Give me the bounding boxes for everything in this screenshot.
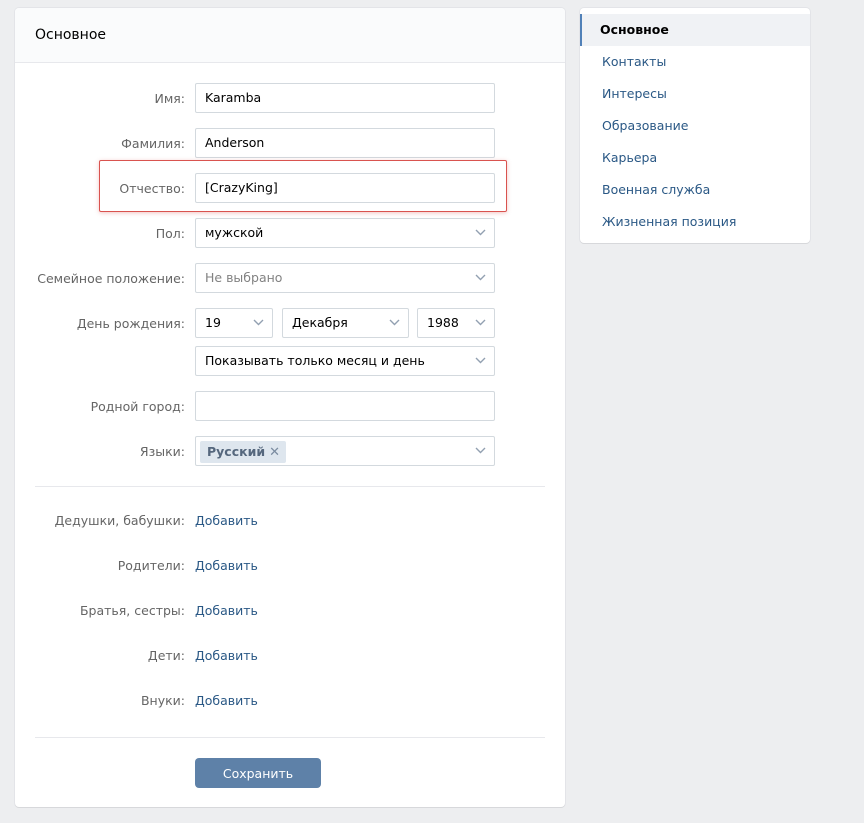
- menu-item-main[interactable]: Основное: [580, 14, 810, 46]
- birthday-row: День рождения: 19 Декабря 1988: [15, 308, 565, 338]
- chevron-down-icon: [389, 319, 400, 327]
- close-icon[interactable]: ✕: [269, 445, 280, 460]
- side-menu: Основное Контакты Интересы Образование К…: [580, 8, 810, 243]
- chevron-down-icon: [475, 274, 486, 282]
- menu-item-interests[interactable]: Интересы: [580, 78, 810, 110]
- panel-header: Основное: [15, 8, 565, 63]
- birth-day-select[interactable]: 19: [195, 308, 273, 338]
- first-name-label: Имя:: [154, 91, 185, 106]
- relatives-grandparents-row: Дедушки, бабушки: Добавить: [15, 511, 565, 531]
- main-panel: Основное Имя: Karamba Фамилия: Anderson …: [15, 8, 565, 807]
- birth-month-value: Декабря: [292, 315, 348, 330]
- languages-label: Языки:: [139, 444, 185, 459]
- birthday-visibility-row: Показывать только месяц и день: [15, 346, 565, 376]
- birth-year-value: 1988: [427, 315, 459, 330]
- chevron-down-icon: [475, 357, 486, 365]
- add-parents-link[interactable]: Добавить: [195, 558, 258, 573]
- birthday-label: День рождения:: [76, 316, 185, 331]
- menu-item-life-position[interactable]: Жизненная позиция: [580, 206, 810, 238]
- birthday-visibility-select[interactable]: Показывать только месяц и день: [195, 346, 495, 376]
- first-name-row: Имя: Karamba: [15, 83, 565, 113]
- patronymic-label: Отчество:: [119, 181, 185, 196]
- gender-select-value: мужской: [205, 225, 264, 240]
- patronymic-row: Отчество: [CrazyKing]: [15, 173, 565, 203]
- add-grandchildren-link[interactable]: Добавить: [195, 693, 258, 708]
- add-siblings-link[interactable]: Добавить: [195, 603, 258, 618]
- last-name-input[interactable]: Anderson: [195, 128, 495, 158]
- menu-item-contacts[interactable]: Контакты: [580, 46, 810, 78]
- menu-item-military[interactable]: Военная служба: [580, 174, 810, 206]
- patronymic-input[interactable]: [CrazyKing]: [195, 173, 495, 203]
- chevron-down-icon: [475, 229, 486, 237]
- marital-select-value: Не выбрано: [205, 270, 283, 285]
- last-name-row: Фамилия: Anderson: [15, 128, 565, 158]
- panel-title: Основное: [35, 27, 107, 43]
- menu-item-education[interactable]: Образование: [580, 110, 810, 142]
- save-button[interactable]: Сохранить: [195, 758, 321, 788]
- relatives-grandchildren-row: Внуки: Добавить: [15, 691, 565, 711]
- chevron-down-icon: [253, 319, 264, 327]
- last-name-label: Фамилия:: [121, 136, 185, 151]
- relatives-children-row: Дети: Добавить: [15, 646, 565, 666]
- add-grandparents-link[interactable]: Добавить: [195, 513, 258, 528]
- chevron-down-icon: [475, 447, 486, 455]
- menu-item-career[interactable]: Карьера: [580, 142, 810, 174]
- relatives-siblings-row: Братья, сестры: Добавить: [15, 601, 565, 621]
- birthday-visibility-value: Показывать только месяц и день: [205, 353, 425, 368]
- languages-select[interactable]: Русский ✕: [195, 436, 495, 466]
- relatives-parents-row: Родители: Добавить: [15, 556, 565, 576]
- relatives-label: Дедушки, бабушки:: [54, 513, 185, 528]
- relatives-label: Дети:: [147, 648, 185, 663]
- language-tag: Русский ✕: [200, 441, 287, 463]
- relatives-label: Внуки:: [140, 693, 185, 708]
- marital-select[interactable]: Не выбрано: [195, 263, 495, 293]
- relatives-label: Братья, сестры:: [79, 603, 185, 618]
- hometown-input[interactable]: [195, 391, 495, 421]
- divider: [35, 737, 545, 738]
- divider: [35, 486, 545, 487]
- birth-year-select[interactable]: 1988: [417, 308, 495, 338]
- relatives-label: Родители:: [117, 558, 185, 573]
- chevron-down-icon: [475, 319, 486, 327]
- gender-row: Пол: мужской: [15, 218, 565, 248]
- language-tag-label: Русский: [207, 444, 266, 459]
- birth-month-select[interactable]: Декабря: [282, 308, 409, 338]
- gender-select[interactable]: мужской: [195, 218, 495, 248]
- languages-row: Языки: Русский ✕: [15, 436, 565, 466]
- first-name-input[interactable]: Karamba: [195, 83, 495, 113]
- hometown-row: Родной город:: [15, 391, 565, 421]
- gender-label: Пол:: [155, 226, 185, 241]
- marital-row: Семейное положение: Не выбрано: [15, 263, 565, 293]
- marital-label: Семейное положение:: [37, 271, 185, 286]
- add-children-link[interactable]: Добавить: [195, 648, 258, 663]
- hometown-label: Родной город:: [90, 399, 185, 414]
- birth-day-value: 19: [205, 315, 221, 330]
